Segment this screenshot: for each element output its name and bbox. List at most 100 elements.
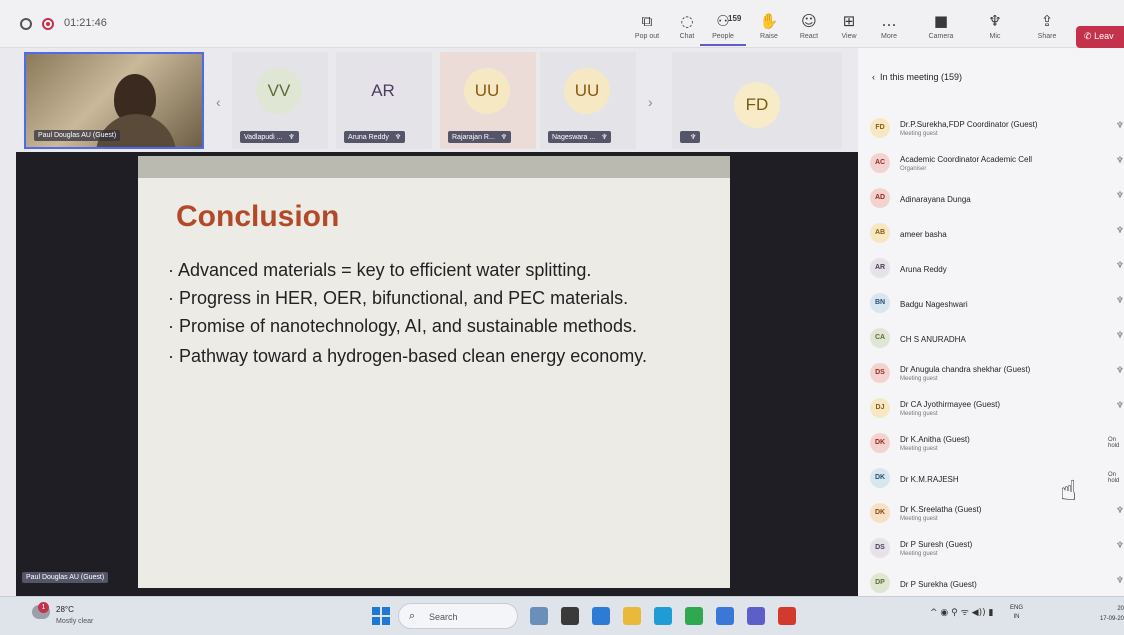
muted-mic-icon: ♆ [1115, 191, 1124, 201]
participant-name-label: Aruna Reddy ♆ [344, 131, 406, 143]
slide-bullet-1: · Advanced materials = key to efficient … [168, 260, 592, 280]
participant-role: Organiser [900, 166, 927, 172]
participant-row[interactable]: FD Dr.P.Surekha,FDP Coordinator (Guest) Me… [870, 112, 1124, 146]
avatar: VV [256, 68, 302, 114]
toolbar-label: Share [1037, 33, 1057, 40]
avatar: AB [870, 223, 890, 243]
tiles-prev-arrow-icon[interactable]: ‹ [216, 94, 221, 110]
participant-row[interactable]: AR Aruna Reddy ♆ [870, 252, 1124, 286]
muted-mic-icon: ♆ [690, 133, 697, 141]
chevron-left-icon[interactable]: ‹ [872, 72, 875, 82]
muted-mic-icon: ♆ [1115, 506, 1124, 516]
participant-row[interactable]: DK Dr K.M.RAJESH On hold [870, 462, 1124, 496]
participant-name: Dr CA Jyothirmayee (Guest) [900, 400, 1001, 409]
participant-role: Meeting guest [900, 131, 938, 137]
participant-name: Dr P Suresh (Guest) [900, 540, 973, 549]
avatar: CA [870, 328, 890, 348]
participant-row[interactable]: DS Dr P Suresh (Guest) Meeting guest ♆ [870, 532, 1124, 566]
participant-name: Aruna Reddy [900, 265, 947, 274]
participant-tile[interactable]: UU Nageswara ... ♆ [540, 52, 636, 149]
language-indicator[interactable]: ENG IN [1010, 604, 1023, 622]
store-app-icon[interactable] [685, 607, 703, 625]
avatar: FD [870, 118, 890, 138]
participant-tile[interactable]: VV Vadlapudi ... ♆ [232, 52, 328, 149]
muted-mic-icon: ♆ [1115, 121, 1124, 131]
avatar: DS [870, 363, 890, 383]
avatar: AR [870, 258, 890, 278]
edge-app-icon[interactable] [654, 607, 672, 625]
camera-icon: ■ [933, 12, 949, 30]
avatar: DS [870, 538, 890, 558]
panel-header[interactable]: ‹ In this meeting (159) [872, 72, 962, 82]
file-explorer-app-icon[interactable] [623, 607, 641, 625]
people-panel: ‹ In this meeting (159) FD Dr.P.Surekha,F… [858, 48, 1124, 596]
tiles-next-arrow-icon[interactable]: › [648, 94, 653, 110]
participant-row[interactable]: CA CH S ANURADHA ♆ [870, 322, 1124, 356]
windows-start-icon[interactable] [372, 607, 390, 625]
muted-mic-icon: ♆ [1115, 366, 1124, 376]
participant-row[interactable]: DJ Dr CA Jyothirmayee (Guest) Meeting gues… [870, 392, 1124, 426]
participant-row[interactable]: AB ameer basha ♆ [870, 217, 1124, 251]
participant-name: Academic Coordinator Academic Cell [900, 155, 1033, 164]
participant-name: Dr.P.Surekha,FDP Coordinator (Guest) [900, 120, 1038, 129]
participant-row[interactable]: BN Badgu Nageshwari ♆ [870, 287, 1124, 321]
on-hold-status: On hold [1108, 437, 1120, 449]
weather-temperature[interactable]: 28°C [56, 605, 74, 614]
taskbar-clock[interactable]: 20 17-09-20 [1088, 604, 1124, 624]
participant-row[interactable]: DK Dr K.Sreelatha (Guest) Meeting guest ♆ [870, 497, 1124, 531]
participant-tile[interactable]: AR Aruna Reddy ♆ [336, 52, 432, 149]
avatar: AC [870, 153, 890, 173]
avatar: UU [564, 68, 610, 114]
on-hold-status: On hold [1108, 472, 1120, 484]
hand-cursor-icon: ☝ [1060, 474, 1078, 507]
slide-bullet-4: · Pathway toward a hydrogen-based clean … [168, 346, 647, 366]
participant-tile[interactable]: UU Rajarajan R... ♆ [440, 52, 536, 149]
avatar: DK [870, 468, 890, 488]
participant-name: ameer basha [900, 230, 947, 239]
participant-row[interactable]: AC Academic Coordinator Academic Cell Orga… [870, 147, 1124, 181]
muted-mic-icon: ♆ [1115, 401, 1124, 411]
pdf-app-icon[interactable] [778, 607, 796, 625]
muted-mic-icon: ♆ [1115, 576, 1124, 586]
participant-name: Dr P Surekha (Guest) [900, 580, 977, 589]
avatar: BN [870, 293, 890, 313]
camera-button[interactable]: ■ Camera [918, 12, 964, 46]
taskview-app-icon[interactable] [561, 607, 579, 625]
taskbar-search[interactable]: ⌕ Search [398, 603, 518, 629]
participant-role: Meeting guest [900, 411, 938, 417]
system-tray-icons[interactable]: ^ ◉ ⚲ ᯤ ◀)) ▮ [930, 605, 993, 618]
people-button[interactable]: ⚇ 159 People [700, 12, 746, 46]
edge-beta-app-icon[interactable] [592, 607, 610, 625]
muted-mic-icon: ♆ [1115, 331, 1124, 341]
muted-mic-icon: ♆ [1115, 226, 1124, 236]
participant-name-label: Vadlapudi ... ♆ [240, 131, 299, 143]
share-button[interactable]: ⇪ Share [1024, 12, 1070, 46]
participant-name-label: Rajarajan R... ♆ [448, 131, 512, 143]
participant-row[interactable]: AD Adinarayana Dunga ♆ [870, 182, 1124, 216]
mic-button[interactable]: ♆ Mic [972, 12, 1018, 46]
avatar: DP [870, 573, 890, 593]
phone-icon: ✆ [1084, 32, 1092, 42]
participant-tile[interactable]: FD ♆ [672, 52, 842, 149]
slide-bullet-3: · Promise of nanotechnology, AI, and sus… [168, 316, 637, 336]
avatar: UU [464, 68, 510, 114]
participant-row[interactable]: DP Dr P Surekha (Guest) ♆ [870, 567, 1124, 596]
chrome-app-icon[interactable] [716, 607, 734, 625]
more-button[interactable]: … More [866, 12, 912, 46]
avatar: DJ [870, 398, 890, 418]
participant-role: Meeting guest [900, 446, 938, 452]
teams-app-icon[interactable] [747, 607, 765, 625]
meeting-toolbar: 01:21:46 ⧉ Pop out ◌ Chat ⚇ 159 People ✋ Raise ☺ R… [0, 0, 1124, 48]
share-icon: ⇪ [1040, 12, 1054, 30]
toolbar-label: Mic [989, 33, 1001, 40]
participant-row[interactable]: DK Dr K.Anitha (Guest) Meeting guest On hol… [870, 427, 1124, 461]
slide-bullet-2: · Progress in HER, OER, bifunctional, an… [168, 288, 629, 308]
self-video-tile[interactable]: Paul Douglas AU (Guest) [24, 52, 204, 149]
participant-row[interactable]: DS Dr Anugula chandra shekhar (Guest) Meet… [870, 357, 1124, 391]
more-icon: … [881, 12, 897, 30]
leave-button[interactable]: ✆ Leav [1076, 26, 1124, 48]
search-icon: ⌕ [409, 609, 416, 622]
participant-name: Adinarayana Dunga [900, 195, 971, 204]
widgets-app-icon[interactable] [530, 607, 548, 625]
toolbar-label: People [712, 33, 734, 40]
